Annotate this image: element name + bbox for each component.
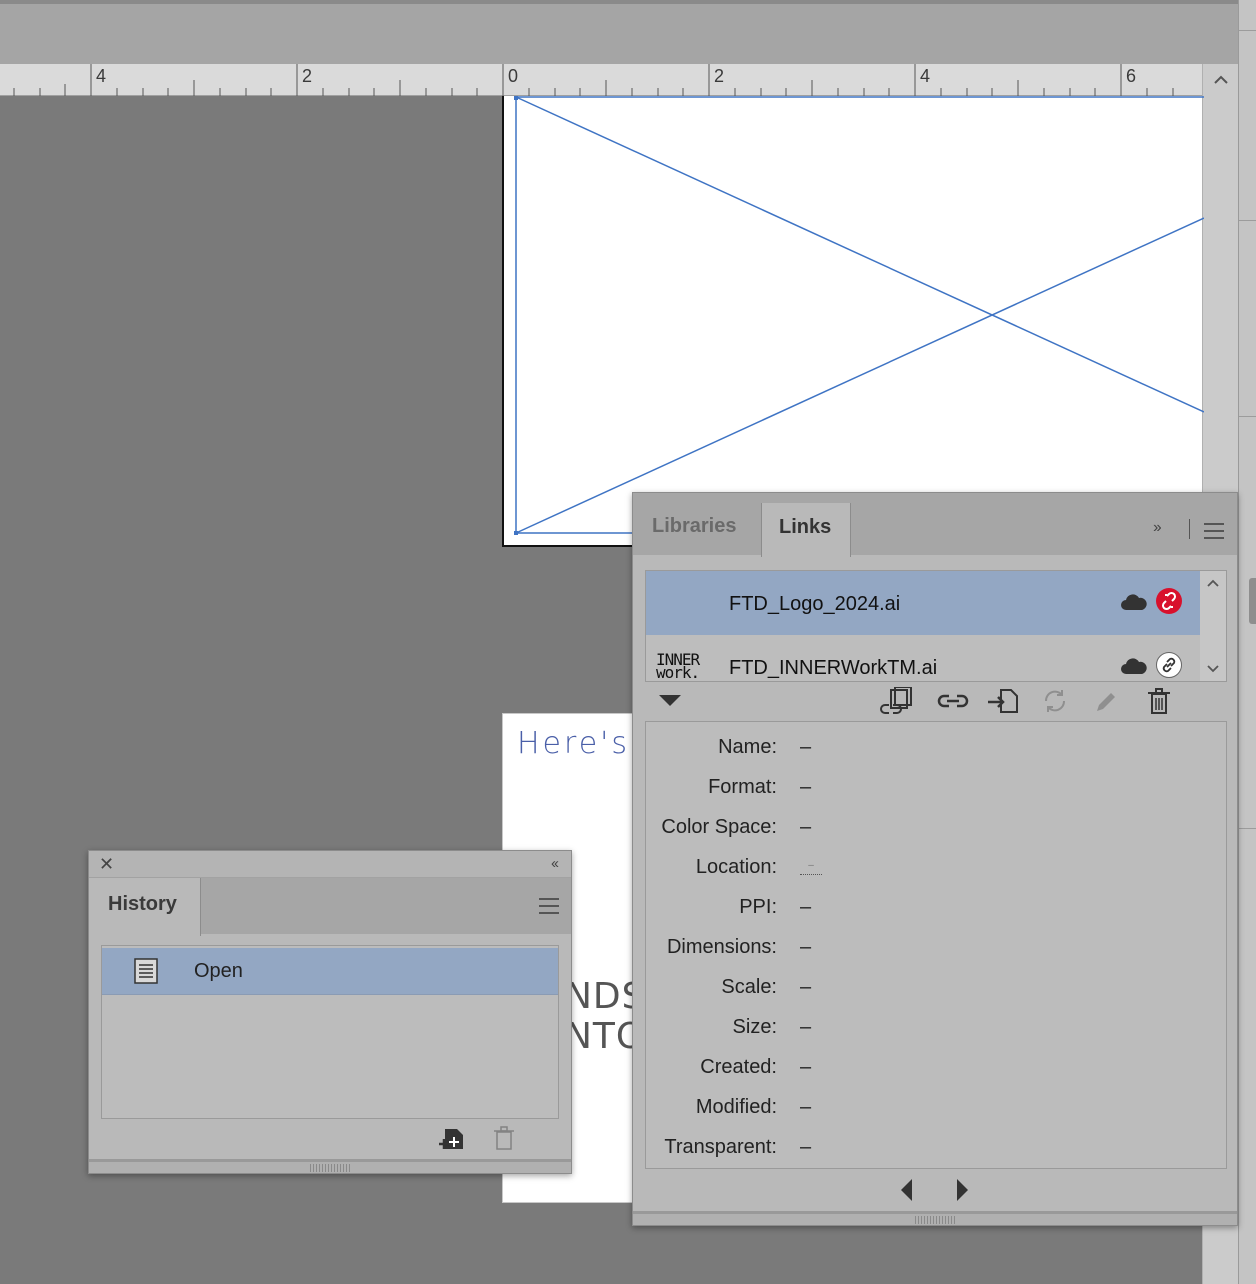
history-item-label: Open — [194, 960, 243, 982]
divider — [1189, 519, 1190, 539]
dock-divider — [1239, 828, 1256, 829]
cloud-icon — [1121, 658, 1147, 674]
info-value-transparent: – — [800, 1136, 812, 1158]
list-scrollbar[interactable] — [1200, 571, 1226, 681]
trash-icon[interactable] — [1141, 687, 1177, 715]
relink-icon[interactable] — [935, 687, 971, 715]
link-file-name: FTD_INNERWorkTM.ai — [729, 657, 938, 679]
ruler-label: 2 — [714, 66, 725, 86]
dock-grip-handle[interactable] — [1249, 578, 1256, 624]
info-label-modified: Modified: — [695, 1096, 777, 1118]
ruler-label: 6 — [1126, 66, 1137, 86]
page-text-line[interactable]: NDS — [565, 976, 636, 1017]
dock-divider — [1239, 220, 1256, 221]
ruler-label: 2 — [302, 66, 313, 86]
info-label-scale: Scale: — [721, 976, 777, 998]
resize-grip[interactable] — [310, 1164, 350, 1172]
info-label-dimensions: Dimensions: — [666, 936, 777, 958]
info-value-scale: – — [800, 976, 812, 998]
info-value-created: – — [800, 1056, 812, 1078]
go-to-link-icon[interactable] — [985, 687, 1021, 715]
ruler-label: 4 — [96, 66, 107, 86]
close-icon[interactable]: ✕ — [99, 854, 114, 875]
application-bar — [0, 0, 1240, 64]
update-link-icon[interactable] — [1037, 687, 1073, 715]
tab-label: History — [108, 893, 177, 915]
trash-icon[interactable] — [491, 1125, 517, 1151]
new-document-from-state-icon[interactable] — [437, 1125, 467, 1151]
link-file-name: FTD_Logo_2024.ai — [729, 593, 901, 615]
relink-from-cc-libraries-icon[interactable] — [877, 687, 913, 715]
link-icon[interactable] — [1156, 652, 1182, 678]
info-value-modified: – — [800, 1096, 812, 1118]
edit-original-icon[interactable] — [1089, 687, 1125, 715]
info-value-size: – — [800, 1016, 812, 1038]
dock-divider — [1239, 30, 1256, 31]
ruler-label: 4 — [920, 66, 931, 86]
tab-history[interactable]: History — [89, 878, 201, 936]
list-item[interactable]: Open — [102, 948, 558, 995]
right-dock-strip — [1238, 0, 1256, 1284]
missing-link-icon[interactable] — [1156, 588, 1182, 614]
panel-titlebar[interactable]: ✕ ‹‹ — [89, 851, 571, 878]
list-item[interactable]: FTD_Logo_2024.ai — [646, 571, 1200, 635]
scroll-up-icon[interactable] — [1211, 70, 1231, 90]
panel-menu-icon[interactable] — [539, 898, 559, 914]
resize-grip[interactable] — [915, 1216, 955, 1224]
links-panel[interactable]: Libraries Links ›› FTD_Logo_2024.ai INNE… — [632, 492, 1238, 1226]
ruler-label: 0 — [508, 66, 519, 86]
links-toolbar — [633, 683, 1237, 719]
document-icon — [134, 958, 158, 984]
info-value-color-space: – — [800, 816, 812, 838]
panel-tab-row: History — [89, 878, 571, 936]
tab-label: Links — [779, 516, 832, 538]
scroll-up-icon[interactable] — [1205, 575, 1221, 591]
cloud-icon — [1121, 594, 1147, 610]
link-info-section: Name: – Format: – Color Space: – Locatio… — [645, 721, 1227, 1169]
info-label-ppi: PPI: — [739, 896, 777, 918]
info-label-size: Size: — [732, 1016, 777, 1038]
links-list[interactable]: FTD_Logo_2024.ai INNER work. FTD_INNERWor… — [645, 570, 1227, 682]
info-label-location: Location: — [695, 856, 777, 878]
tab-links[interactable]: Links — [761, 503, 851, 557]
history-panel[interactable]: ✕ ‹‹ History Open — [88, 850, 572, 1174]
info-label-name: Name: — [718, 736, 777, 758]
info-value-dimensions: – — [800, 936, 812, 958]
link-pager — [633, 1169, 1237, 1209]
collapse-panel-icon[interactable]: ‹‹ — [551, 855, 559, 872]
ruler-ticks — [13, 64, 1174, 96]
info-label-transparent: Transparent: — [664, 1136, 777, 1158]
tab-libraries[interactable]: Libraries — [652, 515, 736, 538]
info-value-name: – — [800, 736, 812, 758]
info-label-color-space: Color Space: — [661, 816, 777, 838]
info-value-location[interactable]: – — [800, 860, 822, 875]
page-text-line[interactable]: NTO — [565, 1016, 636, 1057]
info-value-format: – — [800, 776, 812, 798]
info-value-ppi: – — [800, 896, 812, 918]
scroll-down-icon[interactable] — [1205, 661, 1221, 677]
expand-panel-icon[interactable]: ›› — [1153, 519, 1162, 537]
list-item[interactable]: INNER work. FTD_INNERWorkTM.ai — [646, 635, 1200, 682]
history-list[interactable]: Open — [101, 945, 559, 1119]
panel-resize-bar[interactable] — [633, 1211, 1237, 1225]
dock-divider — [1239, 416, 1256, 417]
previous-link-icon[interactable] — [901, 1179, 912, 1201]
document-page[interactable] — [502, 96, 1204, 547]
info-label-format: Format: — [708, 776, 777, 798]
empty-graphics-frame[interactable] — [504, 96, 1204, 547]
panel-resize-bar[interactable] — [89, 1159, 571, 1173]
panel-menu-icon[interactable] — [1204, 523, 1224, 539]
show-link-info-toggle-icon[interactable] — [659, 695, 681, 706]
panel-tab-row: Libraries Links ›› — [633, 493, 1237, 557]
link-thumbnail: INNER work. — [656, 650, 700, 682]
info-label-created: Created: — [700, 1056, 777, 1078]
page-text-heading[interactable]: Here's h — [517, 726, 636, 761]
next-link-icon[interactable] — [957, 1179, 968, 1201]
horizontal-ruler[interactable]: 4 2 0 2 4 6 — [0, 64, 1202, 96]
